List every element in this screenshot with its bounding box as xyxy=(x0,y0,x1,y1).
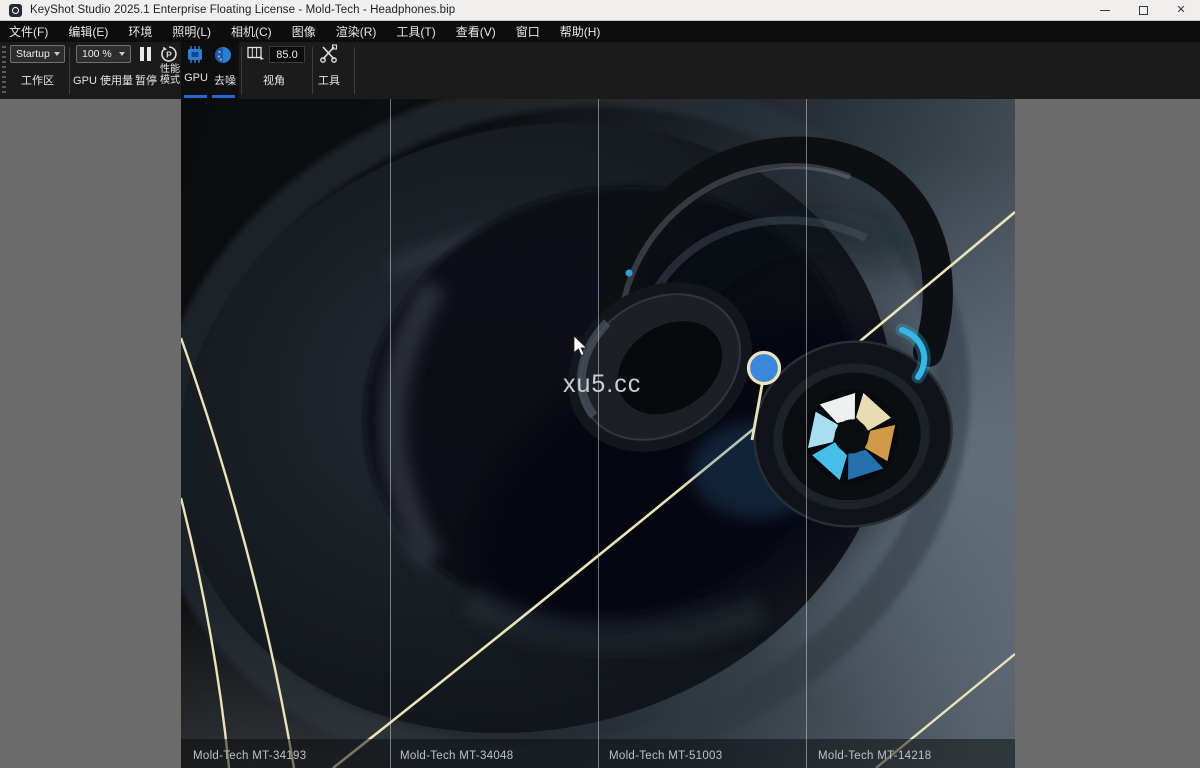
gpu-usage-label: GPU 使用量 xyxy=(68,72,138,88)
main-area: www.xu5.cc xyxy=(0,99,1200,768)
menu-help[interactable]: 帮助(H) xyxy=(550,21,611,42)
view-angle-field[interactable]: 85.0 xyxy=(269,46,305,63)
denoise-icon[interactable] xyxy=(214,46,232,64)
menu-edit[interactable]: 编辑(E) xyxy=(58,21,118,42)
chevron-down-icon xyxy=(54,52,60,56)
render-canvas[interactable]: Mold-Tech MT-34193 Mold-Tech MT-34048 Mo… xyxy=(181,99,1015,768)
close-button[interactable]: ✕ xyxy=(1162,0,1200,21)
menu-view[interactable]: 查看(V) xyxy=(446,21,506,42)
material-label: Mold-Tech MT-51003 xyxy=(609,750,722,762)
pause-icon[interactable] xyxy=(138,46,154,62)
keyshot-logo-icon xyxy=(9,4,22,17)
gpu-usage-value: 100 % xyxy=(82,48,112,60)
close-icon: ✕ xyxy=(1176,5,1185,16)
menu-image[interactable]: 图像 xyxy=(282,21,326,42)
menu-window[interactable]: 窗口 xyxy=(506,21,550,42)
window-title: KeyShot Studio 2025.1 Enterprise Floatin… xyxy=(30,4,455,16)
gpu-chip-icon[interactable] xyxy=(185,46,205,63)
workspace-label: 工作区 xyxy=(10,72,65,88)
material-label: Mold-Tech MT-14218 xyxy=(818,750,931,762)
material-label: Mold-Tech MT-34193 xyxy=(193,750,306,762)
center-watermark: xu5.cc xyxy=(563,370,641,398)
gpu-usage-dropdown[interactable]: 100 % xyxy=(76,45,131,63)
workspace-dropdown[interactable]: Startup xyxy=(10,45,65,63)
menu-tools[interactable]: 工具(T) xyxy=(386,21,445,42)
view-angle-icon[interactable] xyxy=(247,46,265,61)
menu-file[interactable]: 文件(F) xyxy=(0,21,58,42)
window-controls: ✕ xyxy=(1086,0,1200,21)
ribbon-toolbar: Startup 工作区 100 % GPU 使用量 暂停 P 性能模式 xyxy=(0,42,1200,99)
maximize-button[interactable] xyxy=(1124,0,1162,21)
gpu-mode-label: GPU xyxy=(183,72,209,84)
performance-mode-label: 性能模式 xyxy=(159,65,181,86)
denoise-label: 去噪 xyxy=(211,72,239,88)
material-pin-icon[interactable] xyxy=(749,353,780,384)
pause-label: 暂停 xyxy=(132,72,160,88)
menu-bar: 文件(F) 编辑(E) 环境 照明(L) 相机(C) 图像 渲染(R) 工具(T… xyxy=(0,21,1200,42)
minimize-button[interactable] xyxy=(1086,0,1124,21)
toolbar-separator xyxy=(354,47,355,94)
denoise-active-underline xyxy=(212,95,235,98)
chevron-down-icon xyxy=(119,52,125,56)
maximize-icon xyxy=(1139,6,1148,15)
svg-text:P: P xyxy=(166,50,172,60)
menu-render[interactable]: 渲染(R) xyxy=(326,21,387,42)
title-bar: KeyShot Studio 2025.1 Enterprise Floatin… xyxy=(0,0,1200,21)
keyshot-window: KeyShot Studio 2025.1 Enterprise Floatin… xyxy=(0,0,1200,768)
material-label: Mold-Tech MT-34048 xyxy=(400,750,513,762)
toolbar-separator xyxy=(241,47,242,94)
gpu-active-underline xyxy=(184,95,207,98)
minimize-icon xyxy=(1100,10,1110,11)
toolbar-separator xyxy=(312,47,313,94)
menu-lighting[interactable]: 照明(L) xyxy=(162,21,221,42)
tools-label: 工具 xyxy=(315,72,343,88)
menu-environment[interactable]: 环境 xyxy=(118,21,162,42)
menu-camera[interactable]: 相机(C) xyxy=(221,21,282,42)
performance-mode-icon[interactable]: P xyxy=(160,45,178,63)
left-yoke-accent xyxy=(626,270,633,277)
workspace-value: Startup xyxy=(16,48,50,60)
view-angle-label: 视角 xyxy=(253,72,295,88)
toolbar-drag-handle[interactable] xyxy=(2,46,6,95)
realtime-3d-viewport[interactable]: Mold-Tech MT-34193 Mold-Tech MT-34048 Mo… xyxy=(181,99,1015,768)
tools-scissors-icon[interactable] xyxy=(319,44,339,63)
